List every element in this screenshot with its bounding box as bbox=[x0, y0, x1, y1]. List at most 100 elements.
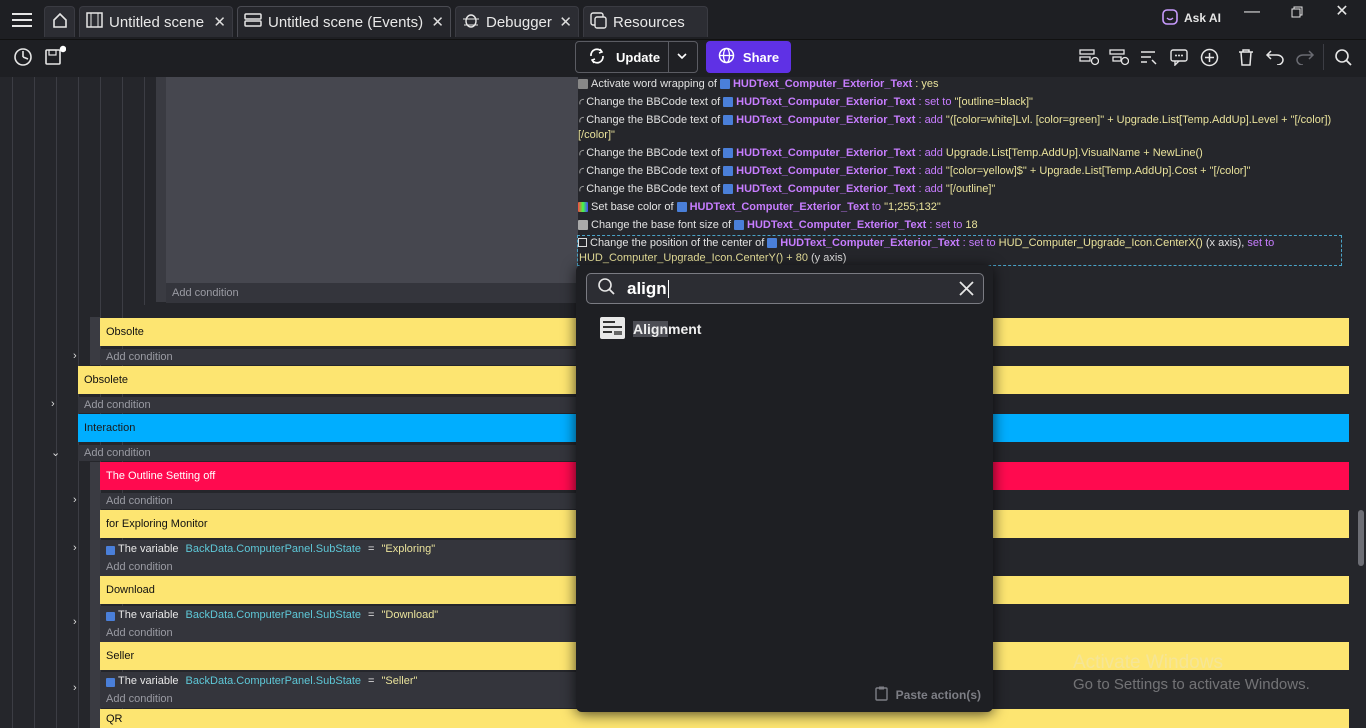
clear-icon[interactable] bbox=[958, 280, 975, 302]
variable-icon bbox=[106, 545, 115, 555]
close-icon[interactable]: ✕ bbox=[213, 13, 226, 31]
add-condition-link[interactable]: Add condition bbox=[100, 559, 578, 575]
chevron-right-icon[interactable]: › bbox=[73, 682, 77, 694]
chevron-right-icon[interactable]: › bbox=[51, 398, 55, 410]
comment-icon[interactable] bbox=[1168, 46, 1190, 68]
variable-name: BackData.ComputerPanel.SubState bbox=[185, 543, 362, 555]
add-event-icon[interactable] bbox=[1078, 46, 1100, 68]
alignment-icon bbox=[600, 316, 625, 342]
delete-icon[interactable] bbox=[1235, 46, 1257, 68]
chevron-down-icon[interactable]: ⌄ bbox=[51, 446, 60, 459]
divider bbox=[1323, 44, 1324, 70]
tab-home[interactable] bbox=[44, 6, 75, 37]
chevron-right-icon[interactable]: › bbox=[73, 542, 77, 554]
bbcode-icon: ꜥ bbox=[578, 96, 584, 108]
tab-label: Debugger bbox=[486, 13, 552, 31]
close-icon[interactable]: ✕ bbox=[431, 13, 444, 31]
bbcode-icon: ꜥ bbox=[578, 114, 584, 126]
restore-icon[interactable] bbox=[1288, 4, 1306, 20]
add-circle-icon[interactable] bbox=[1198, 46, 1220, 68]
action-word-wrap[interactable]: Activate word wrapping of HUDText_Comput… bbox=[578, 77, 939, 91]
text-cursor bbox=[667, 279, 669, 298]
bbcode-icon: ꜥ bbox=[578, 147, 584, 159]
text-object-icon bbox=[767, 238, 778, 248]
ask-ai-label: Ask AI bbox=[1184, 11, 1221, 25]
update-button[interactable]: Update bbox=[575, 41, 698, 73]
text-object-icon bbox=[719, 79, 730, 89]
tab-debugger[interactable]: Debugger ✕ bbox=[455, 6, 579, 37]
action-font-size[interactable]: Change the base font size of HUDText_Com… bbox=[578, 218, 978, 232]
redo-icon bbox=[1294, 46, 1316, 68]
resources-icon bbox=[590, 11, 607, 33]
chevron-right-icon[interactable]: › bbox=[73, 350, 77, 362]
add-condition-link[interactable]: Add condition bbox=[100, 625, 578, 641]
undo-icon[interactable] bbox=[1264, 46, 1286, 68]
result-rest: ment bbox=[668, 321, 702, 337]
search-result-alignment[interactable]: Alignment bbox=[600, 316, 702, 342]
event-indent bbox=[156, 77, 166, 302]
tab-label: Resources bbox=[613, 13, 685, 31]
text-object-icon bbox=[723, 115, 734, 125]
add-comment-event-icon[interactable] bbox=[1138, 46, 1160, 68]
text-object-icon bbox=[734, 220, 745, 230]
hamburger-menu-icon[interactable] bbox=[10, 8, 34, 32]
chevron-right-icon[interactable]: › bbox=[73, 494, 77, 506]
actions-list: Activate word wrapping of HUDText_Comput… bbox=[575, 77, 1346, 267]
action-bbcode-2[interactable]: ꜥ Change the BBCode text of HUDText_Comp… bbox=[578, 113, 1331, 127]
tab-label: Untitled scene bbox=[109, 13, 205, 31]
action-search-popup: align Alignment Paste action(s) bbox=[576, 265, 993, 712]
color-icon bbox=[578, 202, 588, 212]
add-condition-link[interactable]: Add condition bbox=[100, 349, 578, 365]
paste-actions-button[interactable]: Paste action(s) bbox=[874, 686, 981, 704]
variable-condition[interactable]: The variable BackData.ComputerPanel.SubS… bbox=[106, 609, 438, 621]
save-icon[interactable] bbox=[43, 44, 67, 68]
home-icon bbox=[51, 11, 69, 33]
text-object-icon bbox=[676, 202, 687, 212]
chevron-right-icon[interactable]: › bbox=[73, 616, 77, 628]
action-bbcode-4[interactable]: ꜥ Change the BBCode text of HUDText_Comp… bbox=[578, 164, 1250, 178]
add-condition-link[interactable]: Add condition bbox=[78, 445, 578, 461]
add-condition-link[interactable]: Add condition bbox=[78, 397, 578, 413]
result-match: Align bbox=[633, 321, 668, 337]
action-bbcode-3[interactable]: ꜥ Change the BBCode text of HUDText_Comp… bbox=[578, 146, 1203, 160]
search-icon[interactable] bbox=[1332, 46, 1354, 68]
close-icon[interactable]: ✕ bbox=[559, 13, 572, 31]
wrap-icon bbox=[578, 79, 588, 89]
variable-name: BackData.ComputerPanel.SubState bbox=[185, 609, 362, 621]
variable-condition[interactable]: The variable BackData.ComputerPanel.SubS… bbox=[106, 675, 417, 687]
action-bbcode-5[interactable]: ꜥ Change the BBCode text of HUDText_Comp… bbox=[578, 182, 995, 196]
clipboard-icon bbox=[874, 686, 888, 704]
minimize-icon[interactable]: — bbox=[1240, 3, 1264, 20]
action-search-input[interactable]: align bbox=[586, 273, 984, 304]
text-object-icon bbox=[723, 148, 734, 158]
share-button[interactable]: Share bbox=[706, 41, 791, 73]
variable-icon bbox=[106, 677, 115, 687]
text-object-icon bbox=[723, 184, 734, 194]
tab-untitled-scene[interactable]: Untitled scene ✕ bbox=[79, 6, 233, 37]
scrollbar-thumb[interactable] bbox=[1358, 510, 1364, 566]
action-position[interactable]: Change the position of the center of HUD… bbox=[578, 236, 1274, 250]
action-base-color[interactable]: Set base color of HUDText_Computer_Exter… bbox=[578, 200, 941, 214]
window-close-icon[interactable]: ✕ bbox=[1332, 2, 1352, 20]
chevron-down-icon[interactable] bbox=[676, 48, 688, 67]
ask-ai-button[interactable]: Ask AI bbox=[1162, 8, 1221, 28]
ai-face-icon bbox=[1162, 8, 1178, 28]
search-icon bbox=[597, 277, 616, 301]
add-condition-link[interactable]: Add condition bbox=[100, 493, 578, 509]
tab-resources[interactable]: Resources bbox=[583, 6, 708, 37]
action-bbcode-1[interactable]: ꜥ Change the BBCode text of HUDText_Comp… bbox=[578, 95, 1033, 109]
add-condition-link[interactable]: Add condition bbox=[166, 283, 578, 303]
variable-condition[interactable]: The variable BackData.ComputerPanel.SubS… bbox=[106, 543, 435, 555]
add-condition-link[interactable]: Add condition bbox=[100, 691, 578, 707]
sync-icon bbox=[588, 47, 606, 68]
film-icon bbox=[86, 12, 103, 32]
share-label: Share bbox=[742, 49, 780, 65]
condition-area bbox=[166, 77, 578, 283]
bbcode-icon: ꜥ bbox=[578, 165, 584, 177]
update-label: Update bbox=[616, 49, 661, 65]
bug-icon bbox=[462, 11, 480, 33]
add-sub-event-icon[interactable] bbox=[1108, 46, 1130, 68]
tab-events[interactable]: Untitled scene (Events) ✕ bbox=[237, 6, 451, 37]
position-icon bbox=[578, 238, 587, 247]
project-manager-icon[interactable] bbox=[12, 46, 34, 68]
